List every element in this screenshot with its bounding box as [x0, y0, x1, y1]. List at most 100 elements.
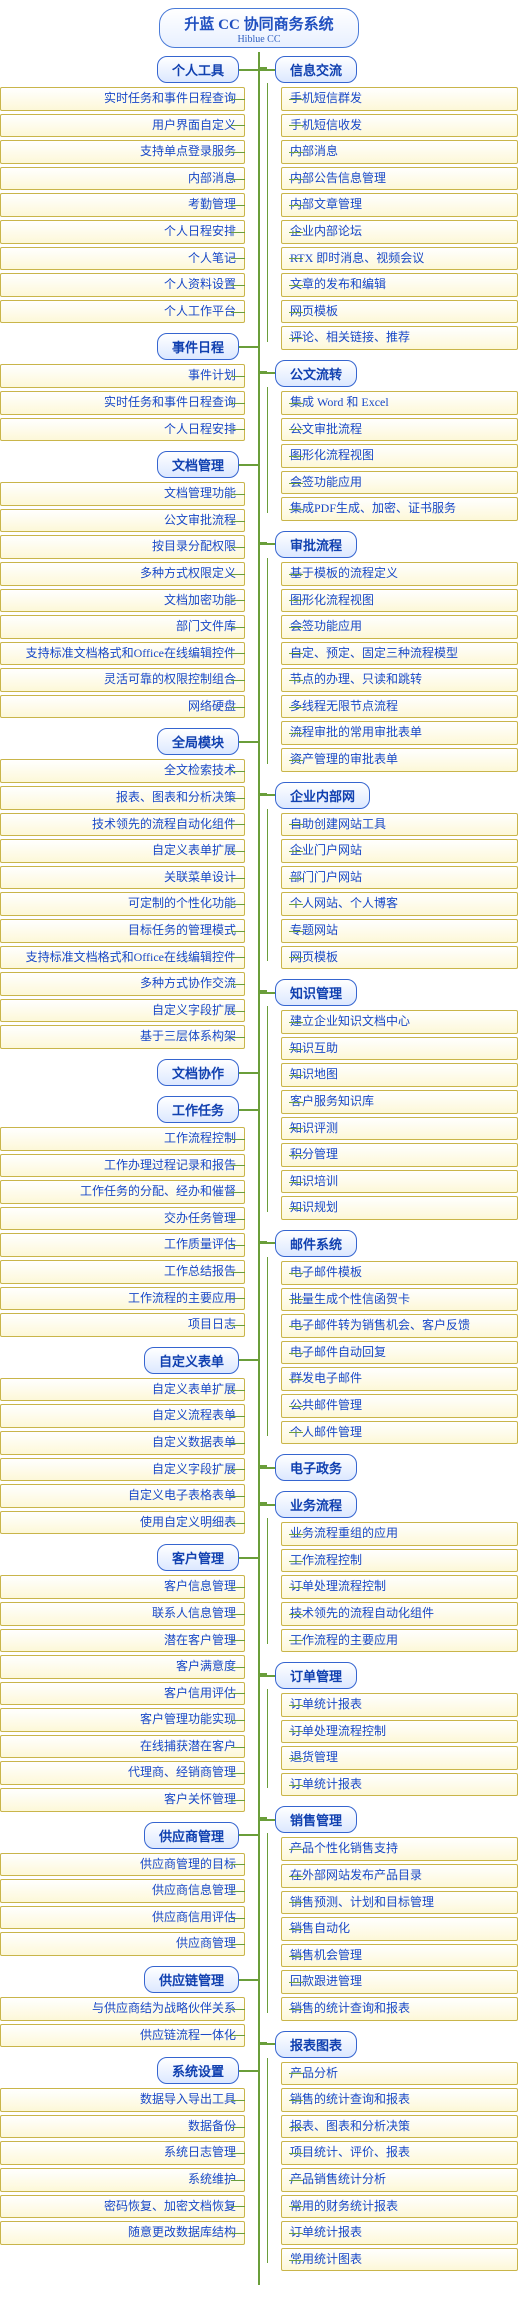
group-title: 电子政务 — [275, 1454, 357, 1481]
item: 支持标准文档格式和Office在线编辑控件 — [0, 642, 245, 666]
group: 供应商管理供应商管理的目标供应商信息管理供应商信用评估供应商管理 — [0, 1822, 259, 1956]
item: 批量生成个性信函贺卡 — [281, 1288, 518, 1312]
item-label: 个人日程安排 — [0, 220, 245, 244]
item-label: 产品销售统计分析 — [281, 2168, 518, 2192]
title-main: 升蓝 CC 协同商务系统 — [184, 13, 333, 34]
item-label: 灵活可靠的权限控制组合 — [0, 668, 245, 692]
item-label: 退货管理 — [281, 1746, 518, 1770]
item: 客户关怀管理 — [0, 1788, 245, 1812]
group: 事件日程事件计划实时任务和事件日程查询个人日程安排 — [0, 333, 259, 441]
item: 自定义电子表格表单 — [0, 1484, 245, 1508]
item-label: 客户关怀管理 — [0, 1788, 245, 1812]
item-label: 交办任务管理 — [0, 1207, 245, 1231]
item: 个人日程安排 — [0, 418, 245, 442]
item-label: 部门门户网站 — [281, 866, 518, 890]
item-label: 多线程无限节点流程 — [281, 695, 518, 719]
item: 网页模板 — [281, 946, 518, 970]
item: 实时任务和事件日程查询 — [0, 87, 245, 111]
item: 工作总结报告 — [0, 1260, 245, 1284]
group-title: 邮件系统 — [275, 1230, 357, 1257]
item-label: 电子邮件模板 — [281, 1261, 518, 1285]
item: 文档管理功能 — [0, 482, 245, 506]
item-label: 工作任务的分配、经办和催督 — [0, 1180, 245, 1204]
item-label: 目标任务的管理模式 — [0, 919, 245, 943]
item: 多线程无限节点流程 — [281, 695, 518, 719]
group-title: 业务流程 — [275, 1491, 357, 1518]
items: 全文检索技术报表、图表和分析决策技术领先的流程自动化组件自定义表单扩展关联菜单设… — [0, 759, 259, 1049]
item-label: 工作总结报告 — [0, 1260, 245, 1284]
item-label: 自定义字段扩展 — [0, 1458, 245, 1482]
item-label: 电子邮件自动回复 — [281, 1341, 518, 1365]
group: 业务流程业务流程重组的应用工作流程控制订单处理流程控制技术领先的流程自动化组件工… — [259, 1491, 518, 1652]
item-label: 工作流程的主要应用 — [0, 1287, 245, 1311]
item: 支持标准文档格式和Office在线编辑控件 — [0, 946, 245, 970]
group-head: 事件日程 — [0, 333, 259, 360]
item: 工作质量评估 — [0, 1233, 245, 1257]
title-sub: Hiblue CC — [184, 34, 333, 45]
item: 联系人信息管理 — [0, 1602, 245, 1626]
item: 个人邮件管理 — [281, 1421, 518, 1445]
item-label: 内部文章管理 — [281, 193, 518, 217]
item-label: 工作流程的主要应用 — [281, 1629, 518, 1653]
item-label: 公文审批流程 — [0, 509, 245, 533]
item: 建立企业知识文档中心 — [281, 1010, 518, 1034]
item-label: 订单统计报表 — [281, 1773, 518, 1797]
item: 订单处理流程控制 — [281, 1575, 518, 1599]
item: 内部消息 — [0, 167, 245, 191]
group: 自定义表单自定义表单扩展自定义流程表单自定义数据表单自定义字段扩展自定义电子表格… — [0, 1347, 259, 1535]
item-label: 回款跟进管理 — [281, 1970, 518, 1994]
item: 网络硬盘 — [0, 695, 245, 719]
item: 供应商管理的目标 — [0, 1853, 245, 1877]
item: 多种方式协作交流 — [0, 972, 245, 996]
group-head: 文档管理 — [0, 451, 259, 478]
items: 自定义表单扩展自定义流程表单自定义数据表单自定义字段扩展自定义电子表格表单使用自… — [0, 1378, 259, 1535]
item: 群发电子邮件 — [281, 1367, 518, 1391]
item: 报表、图表和分析决策 — [281, 2115, 518, 2139]
item-label: 系统日志管理 — [0, 2141, 245, 2165]
item: 手机短信群发 — [281, 87, 518, 111]
group-head: 信息交流 — [259, 56, 518, 83]
item: 项目日志 — [0, 1313, 245, 1337]
item: 节点的办理、只读和跳转 — [281, 668, 518, 692]
group-title: 信息交流 — [275, 56, 357, 83]
item-label: 供应商信息管理 — [0, 1879, 245, 1903]
connector — [259, 1467, 275, 1469]
item-label: RTX 即时消息、视频会议 — [281, 247, 518, 271]
item: 在外部网站发布产品目录 — [281, 1864, 518, 1888]
item-label: 手机短信群发 — [281, 87, 518, 111]
item-label: 积分管理 — [281, 1143, 518, 1167]
item-label: 公共邮件管理 — [281, 1394, 518, 1418]
connector — [239, 741, 259, 743]
item: 基于模板的流程定义 — [281, 562, 518, 586]
item: 部门文件库 — [0, 615, 245, 639]
item-label: 个人笔记 — [0, 247, 245, 271]
item-label: 客户满意度 — [0, 1655, 245, 1679]
item: 个人笔记 — [0, 247, 245, 271]
items: 自助创建网站工具企业门户网站部门门户网站个人网站、个人博客专题网站网页模板 — [259, 813, 518, 970]
item-label: 可定制的个性化功能 — [0, 892, 245, 916]
item-label: 代理商、经销商管理 — [0, 1761, 245, 1785]
item-label: 多种方式权限定义 — [0, 562, 245, 586]
connector — [239, 1109, 259, 1111]
item-label: 个人网站、个人博客 — [281, 892, 518, 916]
item: 考勤管理 — [0, 193, 245, 217]
item: 流程审批的常用审批表单 — [281, 721, 518, 745]
items: 文档管理功能公文审批流程按目录分配权限多种方式权限定义文档加密功能部门文件库支持… — [0, 482, 259, 718]
item-label: 技术领先的流程自动化组件 — [281, 1602, 518, 1626]
item: 销售预测、计划和目标管理 — [281, 1891, 518, 1915]
item-label: 产品分析 — [281, 2062, 518, 2086]
item-label: 专题网站 — [281, 919, 518, 943]
item: 个人日程安排 — [0, 220, 245, 244]
item: 网页模板 — [281, 300, 518, 324]
item: 目标任务的管理模式 — [0, 919, 245, 943]
item: 文章的发布和编辑 — [281, 273, 518, 297]
group: 订单管理订单统计报表订单处理流程控制退货管理订单统计报表 — [259, 1662, 518, 1796]
item: 内部消息 — [281, 140, 518, 164]
item-label: 销售的统计查询和报表 — [281, 1997, 518, 2021]
item-label: 群发电子邮件 — [281, 1367, 518, 1391]
item: 常用的财务统计报表 — [281, 2195, 518, 2219]
item-label: 客户服务知识库 — [281, 1090, 518, 1114]
item: 集成 Word 和 Excel — [281, 391, 518, 415]
items: 事件计划实时任务和事件日程查询个人日程安排 — [0, 364, 259, 441]
item-label: 流程审批的常用审批表单 — [281, 721, 518, 745]
